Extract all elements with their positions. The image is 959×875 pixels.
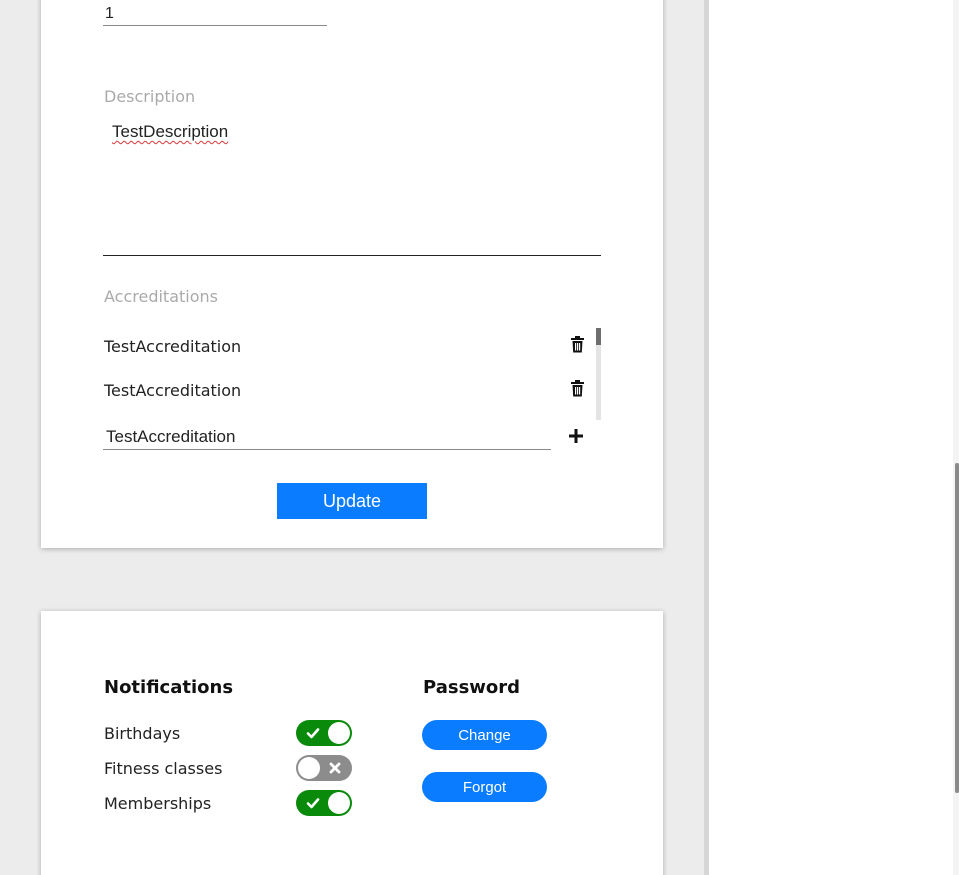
new-accreditation-input[interactable] <box>103 425 551 450</box>
update-button[interactable]: Update <box>277 483 427 519</box>
memberships-toggle[interactable] <box>296 790 352 816</box>
fitness-classes-toggle[interactable] <box>296 755 352 781</box>
description-value[interactable]: TestDescription <box>112 122 228 142</box>
toggle-knob <box>298 757 320 779</box>
accreditations-scrollbar-thumb[interactable] <box>596 328 601 345</box>
accreditations-label: Accreditations <box>104 287 218 306</box>
right-panel <box>709 0 959 875</box>
plus-icon[interactable] <box>568 428 584 444</box>
toggle-knob <box>328 722 350 744</box>
notifications-title: Notifications <box>104 677 234 698</box>
trash-icon[interactable] <box>570 380 585 397</box>
check-icon <box>306 798 320 809</box>
notification-label-fitness-classes: Fitness classes <box>104 759 223 778</box>
toggle-knob <box>328 792 350 814</box>
profile-form-card <box>41 0 663 548</box>
trash-icon[interactable] <box>570 336 585 353</box>
page-scrollbar-thumb[interactable] <box>955 463 959 793</box>
accreditation-item: TestAccreditation <box>104 381 242 400</box>
password-title: Password <box>423 677 521 698</box>
x-icon <box>329 762 341 774</box>
settings-card <box>41 611 663 875</box>
birthdays-toggle[interactable] <box>296 720 352 746</box>
notification-label-memberships: Memberships <box>104 794 212 813</box>
check-icon <box>306 728 320 739</box>
accreditation-item: TestAccreditation <box>104 337 242 356</box>
forgot-password-button[interactable]: Forgot <box>422 772 547 802</box>
change-password-button[interactable]: Change <box>422 720 547 750</box>
description-label: Description <box>104 87 196 106</box>
number-field[interactable] <box>103 2 327 26</box>
notification-label-birthdays: Birthdays <box>104 724 181 743</box>
